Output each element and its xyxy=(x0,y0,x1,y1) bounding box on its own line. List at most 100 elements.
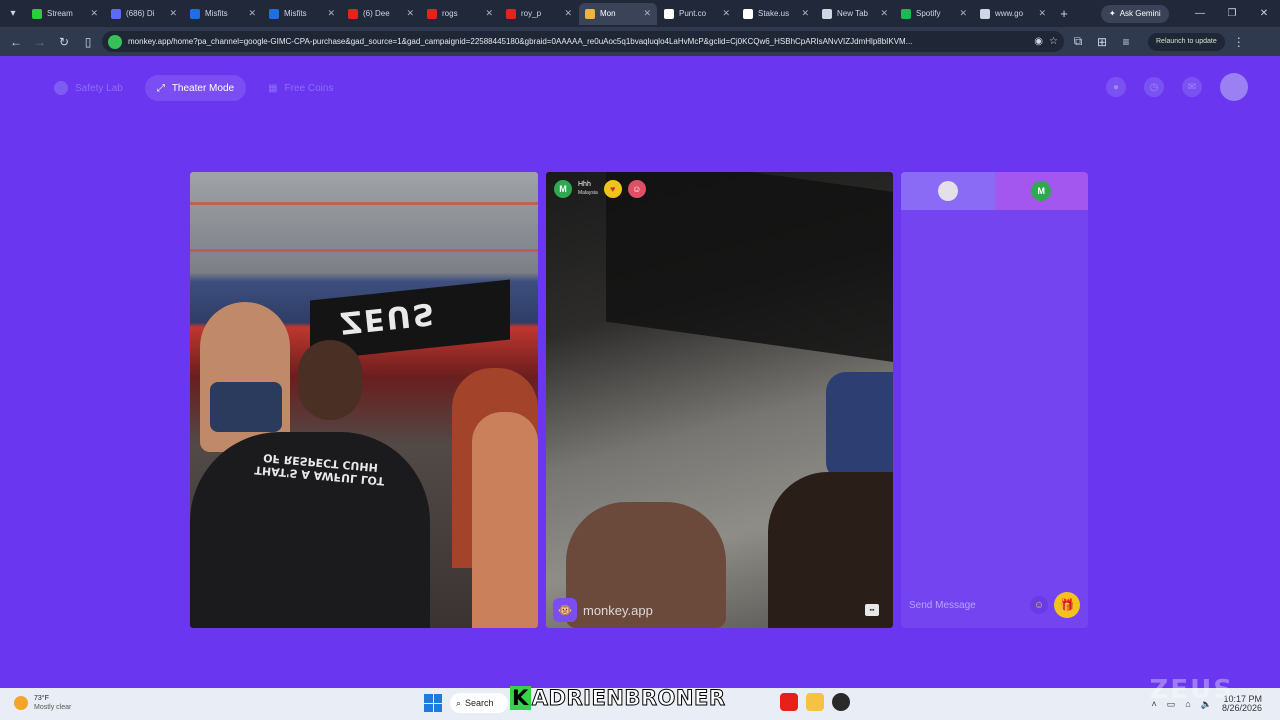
ask-gemini-button[interactable]: ✦ Ask Gemini xyxy=(1101,4,1169,23)
browser-tab[interactable]: Misfits ✕ xyxy=(184,3,262,25)
peer-country: Malaysia xyxy=(578,190,598,196)
browser-tab[interactable]: New Tab ✕ xyxy=(816,3,894,25)
tab-close-icon[interactable]: ✕ xyxy=(643,8,651,19)
chat-tab-peer[interactable]: M xyxy=(994,172,1088,210)
extensions-puzzle-icon[interactable]: ⧉ xyxy=(1068,32,1088,52)
tab-close-icon[interactable]: ✕ xyxy=(564,8,572,19)
maximize-button[interactable]: ❐ xyxy=(1216,8,1248,19)
peer-avatar[interactable]: M xyxy=(554,180,572,198)
minimize-button[interactable]: — xyxy=(1184,8,1216,19)
weather-text: 73°F Mostly clear xyxy=(34,694,71,712)
sidebar-toggle-icon[interactable]: ▯ xyxy=(78,32,98,52)
user-avatar[interactable] xyxy=(1220,73,1248,101)
tab-favicon-icon xyxy=(269,8,279,19)
tab-close-icon[interactable]: ✕ xyxy=(485,8,493,19)
taskbar-search[interactable]: ⌕ Search xyxy=(450,693,508,713)
tab-title: Misfits xyxy=(205,9,228,18)
browser-tab[interactable]: (6) Dee ✕ xyxy=(342,3,420,25)
tab-favicon-icon xyxy=(585,8,595,19)
tab-title: (686) Di xyxy=(126,9,155,18)
chat-input-bar: Send Message ☺ 🎁 xyxy=(901,582,1088,628)
gemini-icon: ✦ xyxy=(1109,9,1116,18)
chat-header: M xyxy=(901,172,1088,210)
messages-icon[interactable]: ✉ xyxy=(1182,77,1202,97)
safety-lab-icon xyxy=(54,81,68,95)
tab-close-icon[interactable]: ✕ xyxy=(959,8,967,19)
browser-tab[interactable]: Misfits ✕ xyxy=(263,3,341,25)
tab-close-icon[interactable]: ✕ xyxy=(90,8,98,19)
extension-icon[interactable]: ◉ xyxy=(1034,36,1043,47)
browser-tab[interactable]: Spotify ✕ xyxy=(895,3,973,25)
browser-tab[interactable]: rogs ✕ xyxy=(421,3,499,25)
peer-video-object xyxy=(826,372,893,482)
monkey-watermark: 🐵 monkey.app xyxy=(553,598,653,622)
peer-reaction-icon[interactable]: ☺ xyxy=(627,180,646,198)
gift-icon[interactable]: 🎁 xyxy=(1054,592,1080,618)
tab-search-icon[interactable]: ▾ xyxy=(0,0,26,27)
chat-tab-self[interactable] xyxy=(901,172,995,210)
url-text[interactable]: monkey.app/home?pa_channel=google-GIMC-C… xyxy=(128,37,1028,46)
browser-tab[interactable]: Punt.co ✕ xyxy=(658,3,736,25)
report-icon[interactable]: ▪▪ xyxy=(865,604,879,616)
heart-badge-icon[interactable]: ♥ xyxy=(603,180,622,198)
send-message-input[interactable]: Send Message xyxy=(909,600,1024,611)
relaunch-button[interactable]: Relaunch to update xyxy=(1148,32,1225,51)
youtube-app-icon[interactable] xyxy=(780,693,798,711)
new-tab-button[interactable]: + xyxy=(1053,6,1075,21)
window-controls: — ❐ ✕ xyxy=(1184,8,1280,19)
nav-safety-lab[interactable]: Safety Lab xyxy=(42,75,135,101)
file-explorer-icon[interactable] xyxy=(806,693,824,711)
watermark-text: monkey.app xyxy=(583,602,653,618)
monkey-page: Safety Lab ⤢ Theater Mode ▦ Free Coins ●… xyxy=(0,56,1280,688)
browser-menu-icon[interactable]: ⋮ xyxy=(1229,32,1249,52)
profile-menu-icon[interactable]: ≡ xyxy=(1116,32,1136,52)
coin-balance-icon[interactable]: ● xyxy=(1106,77,1126,97)
nav-free-coins[interactable]: ▦ Free Coins xyxy=(256,75,345,101)
nav-free-coins-label: Free Coins xyxy=(284,82,334,94)
streamer-name-overlay: K ADRIENBRONER xyxy=(510,686,726,711)
close-window-button[interactable]: ✕ xyxy=(1248,8,1280,19)
reload-button[interactable]: ↻ xyxy=(54,32,74,52)
windows-start-icon[interactable] xyxy=(424,694,442,712)
tab-close-icon[interactable]: ✕ xyxy=(406,8,414,19)
browser-tab[interactable]: Stake.us ✕ xyxy=(737,3,815,25)
tab-favicon-icon xyxy=(743,8,753,19)
tab-favicon-icon xyxy=(901,8,911,19)
tab-title: rogs xyxy=(442,9,458,18)
back-button[interactable]: ← xyxy=(6,32,26,52)
tab-close-icon[interactable]: ✕ xyxy=(1038,8,1046,19)
tab-close-icon[interactable]: ✕ xyxy=(327,8,335,19)
address-bar[interactable]: monkey.app/home?pa_channel=google-GIMC-C… xyxy=(102,31,1064,52)
nav-theater-mode[interactable]: ⤢ Theater Mode xyxy=(144,75,247,101)
tab-close-icon[interactable]: ✕ xyxy=(880,8,888,19)
browser-tab[interactable]: www.go ✕ xyxy=(974,3,1052,25)
tab-favicon-icon xyxy=(822,8,832,19)
person-center-head xyxy=(298,340,362,420)
nav-theater-mode-label: Theater Mode xyxy=(171,82,235,94)
forward-button[interactable]: → xyxy=(30,32,50,52)
tab-close-icon[interactable]: ✕ xyxy=(248,8,256,19)
tab-favicon-icon xyxy=(427,8,437,19)
browser-toolbar: ← → ↻ ▯ monkey.app/home?pa_channel=googl… xyxy=(0,27,1280,56)
tab-title: Misfits xyxy=(284,9,307,18)
weather-widget[interactable]: 73°F Mostly clear xyxy=(14,694,71,712)
tab-favicon-icon xyxy=(506,8,516,19)
search-icon: ⌕ xyxy=(456,697,462,708)
tab-close-icon[interactable]: ✕ xyxy=(722,8,730,19)
tab-close-icon[interactable]: ✕ xyxy=(801,8,809,19)
tab-title: New Tab xyxy=(837,9,868,18)
emoji-icon[interactable]: ☺ xyxy=(1030,596,1048,614)
history-icon[interactable]: ◷ xyxy=(1144,77,1164,97)
browser-tab[interactable]: Mon ✕ xyxy=(579,2,657,25)
chrome-app-icon[interactable] xyxy=(832,693,850,711)
taskbar-apps xyxy=(780,693,850,711)
browser-tab[interactable]: (686) Di ✕ xyxy=(105,3,183,25)
tab-close-icon[interactable]: ✕ xyxy=(169,8,177,19)
site-info-icon[interactable] xyxy=(108,34,122,49)
taskbar-search-label: Search xyxy=(465,698,494,708)
browser-tab[interactable]: roy_p ✕ xyxy=(500,3,578,25)
browser-tab[interactable]: Stream ✕ xyxy=(26,3,104,25)
bookmark-star-icon[interactable]: ☆ xyxy=(1049,36,1058,47)
tab-groups-icon[interactable]: ⊞ xyxy=(1092,32,1112,52)
top-right-actions: ● ◷ ✉ xyxy=(1106,73,1248,101)
